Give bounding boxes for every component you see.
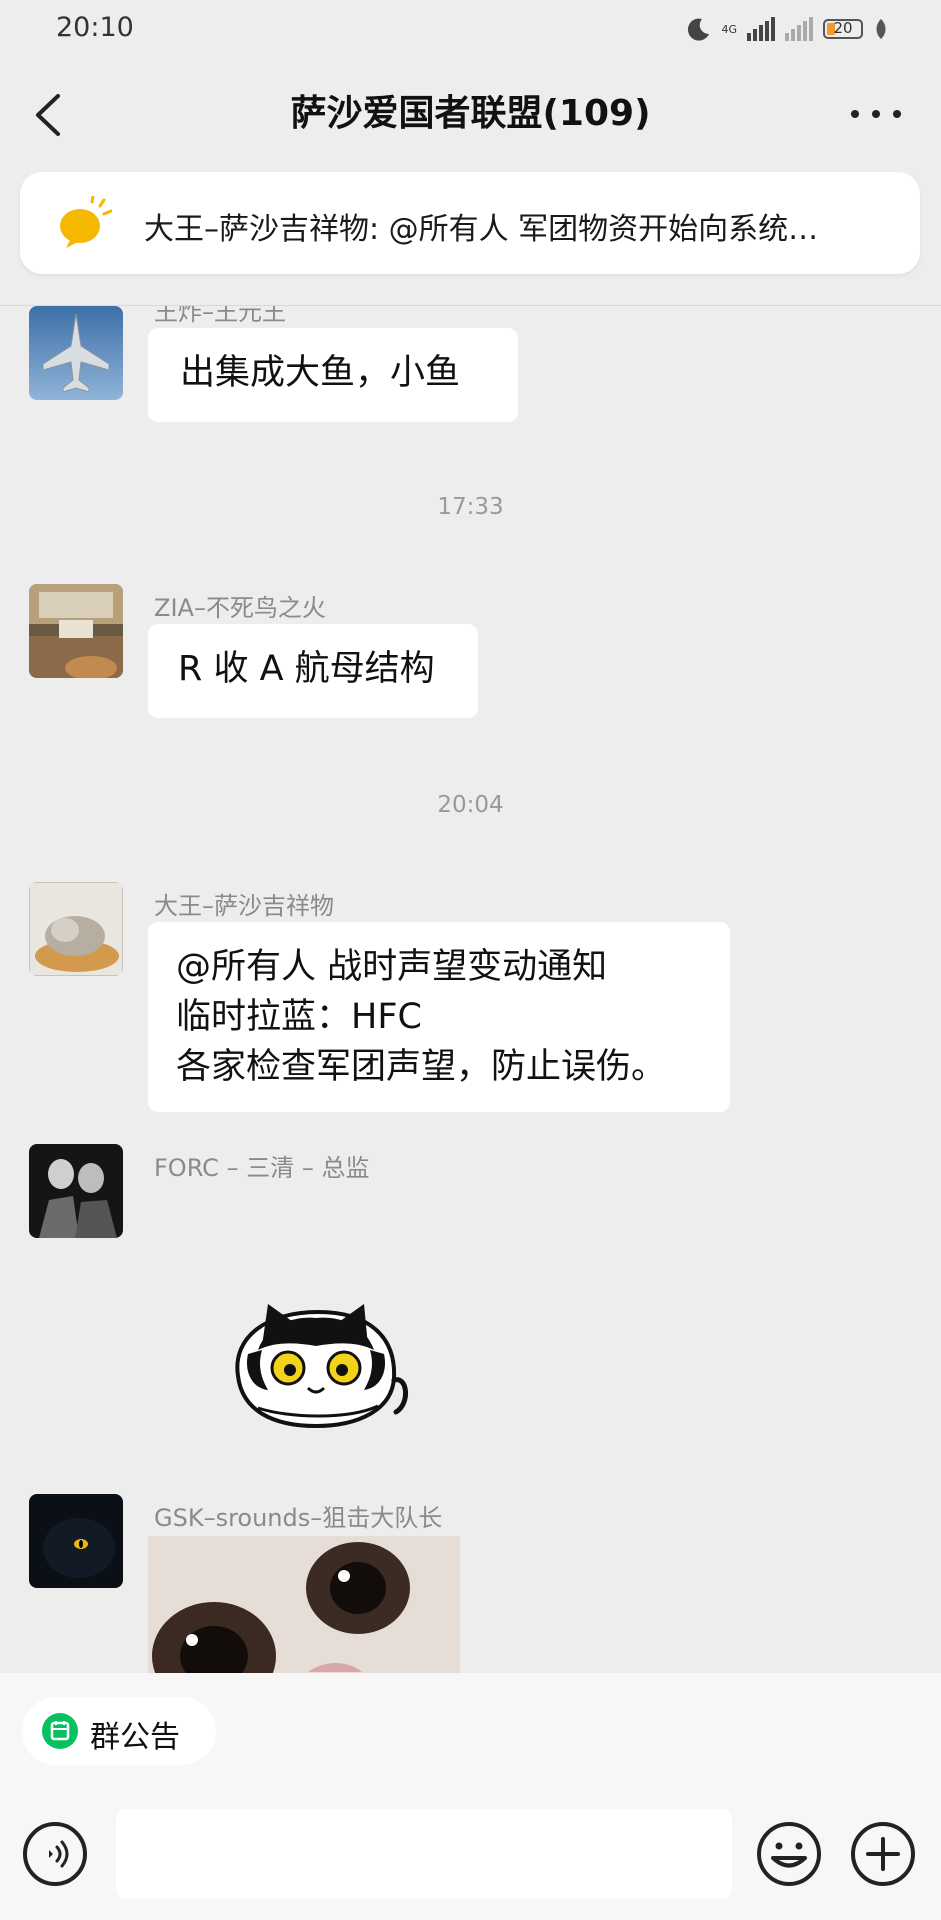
avatar-cat[interactable]: [29, 882, 123, 976]
chat-area[interactable]: 王炸–王元王 出集成大鱼，小鱼 17:33 ZIA–不死鸟之火 R 收 A 航母…: [0, 306, 941, 1673]
sender-name: GSK–srounds–狙击大队长: [154, 1504, 443, 1532]
lightbulb-icon: [60, 196, 112, 248]
group-notice-button[interactable]: 群公告: [22, 1697, 216, 1765]
leaf-icon: [876, 19, 886, 39]
voice-icon[interactable]: [22, 1821, 88, 1887]
message-text: 出集成大鱼，小鱼: [180, 353, 461, 393]
cat-photo-icon: [29, 882, 123, 976]
message-bubble[interactable]: @所有人 战时声望变动通知 临时拉蓝：HFC 各家检查军团声望，防止误伤。: [148, 922, 730, 1112]
signal-icon: [747, 17, 775, 41]
avatar-panther[interactable]: [29, 1494, 123, 1588]
nav-bar: 萨沙爱国者联盟(109): [0, 60, 941, 170]
pinned-text: 大王–萨沙吉祥物: @所有人 军团物资开始向系统…: [144, 212, 819, 247]
room-photo-icon: [29, 584, 123, 678]
panther-photo-icon: [29, 1494, 123, 1588]
message-line: 各家检查军团声望，防止误伤。: [176, 1047, 667, 1087]
battery-level: 20: [833, 19, 853, 37]
emoji-icon[interactable]: [756, 1821, 822, 1887]
status-icons: 4G 20: [685, 12, 889, 46]
timestamp: 20:04: [437, 792, 504, 818]
sender-name: 大王–萨沙吉祥物: [154, 892, 334, 920]
jet-icon: [29, 306, 123, 400]
status-bar: 20:10 4G 20: [0, 0, 941, 58]
message-line: 临时拉蓝：HFC: [176, 997, 422, 1037]
avatar-jet[interactable]: [29, 306, 123, 400]
notice-label: 群公告: [90, 1720, 180, 1755]
message-bubble[interactable]: R 收 A 航母结构: [148, 624, 478, 718]
chat-title: 萨沙爱国者联盟(109): [290, 93, 651, 134]
message-bubble[interactable]: 出集成大鱼，小鱼: [148, 328, 518, 422]
sender-name: ZIA–不死鸟之火: [154, 594, 326, 622]
plus-icon[interactable]: [850, 1821, 916, 1887]
message-input[interactable]: [116, 1809, 732, 1899]
signal-2-icon: [785, 17, 813, 41]
message-line: @所有人 战时声望变动通知: [176, 947, 608, 987]
band-photo-icon: [29, 1144, 123, 1238]
status-time: 20:10: [56, 12, 134, 43]
image-message[interactable]: [148, 1536, 460, 1673]
timestamp: 17:33: [437, 494, 504, 520]
pinned-announcement[interactable]: 大王–萨沙吉祥物: @所有人 军团物资开始向系统…: [20, 172, 920, 274]
sender-name: 王炸–王元王: [154, 306, 286, 326]
network-type: 4G: [721, 22, 737, 36]
avatar-band[interactable]: [29, 1144, 123, 1238]
more-button[interactable]: [851, 104, 901, 124]
avatar-interior[interactable]: [29, 584, 123, 678]
cat-sticker[interactable]: [218, 1284, 412, 1434]
moon-icon: [688, 18, 710, 41]
notice-icon: [42, 1713, 78, 1749]
bottom-panel: 群公告: [0, 1673, 941, 1920]
message-text: R 收 A 航母结构: [178, 649, 435, 689]
battery-icon: 20: [823, 19, 863, 39]
sender-name: FORC – 三清 – 总监: [154, 1154, 370, 1182]
